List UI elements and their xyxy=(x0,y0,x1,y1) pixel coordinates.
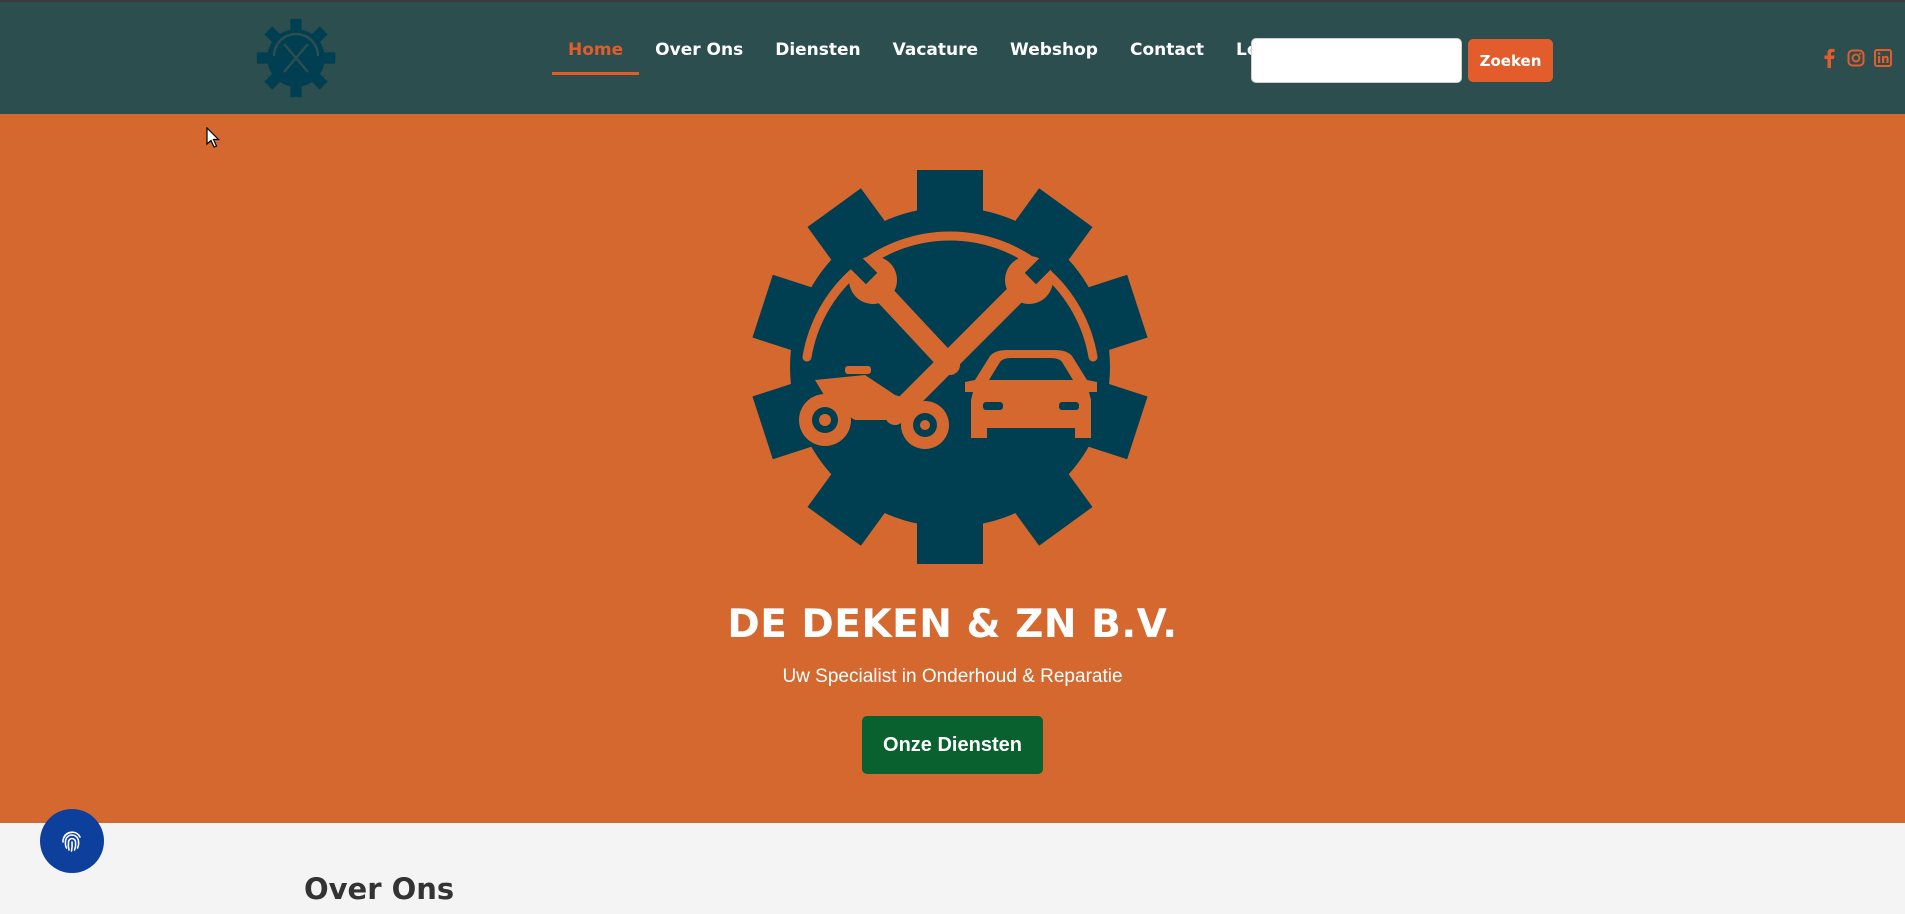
over-ons-heading: Over Ons xyxy=(304,872,455,906)
onze-diensten-button[interactable]: Onze Diensten xyxy=(862,716,1043,774)
hero-title: DE DEKEN & ZN B.V. xyxy=(727,602,1178,647)
facebook-icon[interactable] xyxy=(1820,48,1838,68)
fingerprint-icon xyxy=(62,831,81,852)
gear-wrench-vehicles-logo-icon xyxy=(752,170,1148,564)
site-header: Home Over Ons Diensten Vacature Webshop … xyxy=(0,0,1905,114)
search-button[interactable]: Zoeken xyxy=(1468,39,1553,82)
gear-logo-icon xyxy=(256,18,336,98)
main-nav: Home Over Ons Diensten Vacature Webshop … xyxy=(552,2,1305,116)
nav-over-ons[interactable]: Over Ons xyxy=(639,2,759,116)
hero-section: DE DEKEN & ZN B.V. Uw Specialist in Onde… xyxy=(0,114,1905,823)
nav-contact[interactable]: Contact xyxy=(1114,2,1220,116)
social-links xyxy=(1820,48,1892,68)
nav-diensten[interactable]: Diensten xyxy=(759,2,876,116)
linkedin-icon[interactable] xyxy=(1874,48,1892,68)
nav-home[interactable]: Home xyxy=(552,2,640,116)
nav-webshop[interactable]: Webshop xyxy=(994,2,1114,116)
hero-subtitle: Uw Specialist in Onderhoud & Reparatie xyxy=(782,666,1123,687)
mouse-cursor-icon xyxy=(206,127,220,148)
search-input[interactable] xyxy=(1251,38,1462,83)
instagram-icon[interactable] xyxy=(1847,48,1865,68)
fingerprint-privacy-button[interactable] xyxy=(40,809,104,873)
nav-vacature[interactable]: Vacature xyxy=(877,2,994,116)
